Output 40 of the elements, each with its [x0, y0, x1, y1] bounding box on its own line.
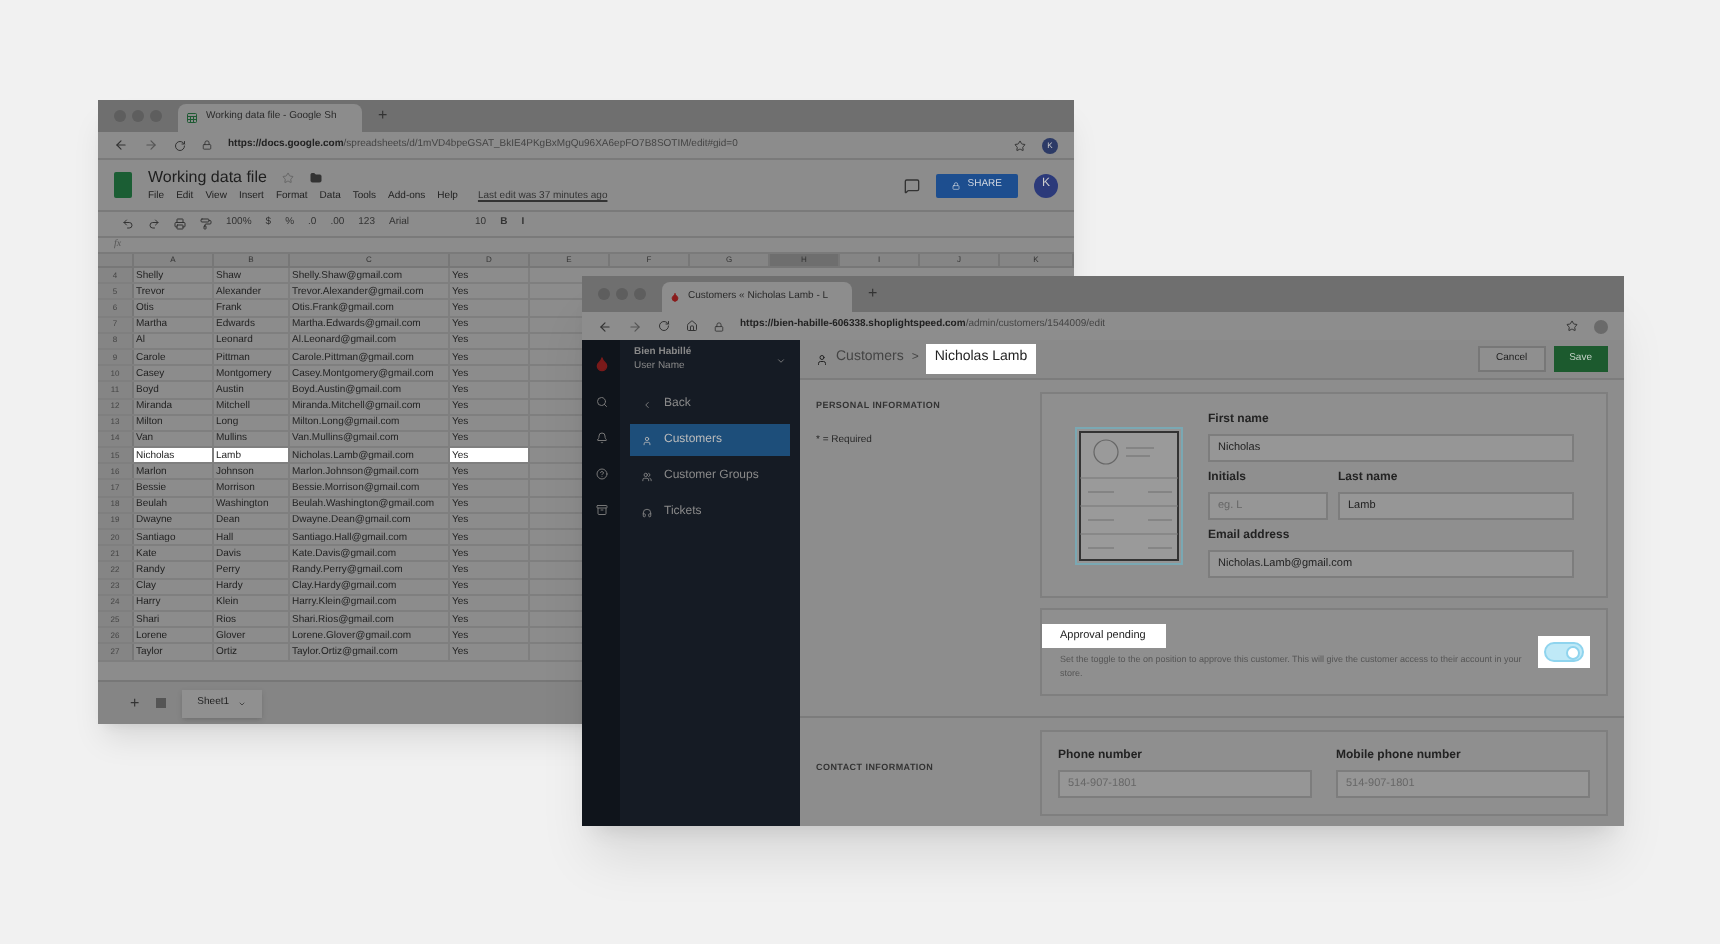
caret-icon: [776, 355, 786, 365]
archive-icon[interactable]: [595, 504, 607, 516]
folder-icon[interactable]: [310, 171, 323, 184]
person-icon: [642, 435, 652, 445]
new-tab-button[interactable]: +: [378, 104, 388, 128]
sheets-logo-icon: [114, 172, 132, 198]
home-icon[interactable]: [686, 320, 698, 332]
add-sheet-button[interactable]: +: [130, 691, 140, 715]
reload-icon[interactable]: [658, 320, 670, 332]
lock-icon: [951, 181, 960, 189]
paint-format-icon[interactable]: [200, 218, 212, 230]
sheets-icon: [186, 112, 198, 124]
star-icon[interactable]: [282, 171, 295, 184]
forward-icon[interactable]: [144, 138, 158, 152]
search-icon[interactable]: [595, 396, 607, 408]
star-icon[interactable]: [1014, 139, 1026, 151]
back-icon[interactable]: [114, 138, 128, 152]
reload-icon[interactable]: [174, 139, 186, 151]
customer-icon: [816, 353, 828, 365]
document-title[interactable]: Working data file: [148, 165, 267, 190]
sheet-list-icon[interactable]: [155, 698, 166, 708]
approval-toggle[interactable]: [1544, 642, 1584, 662]
new-tab-button[interactable]: +: [868, 282, 878, 306]
people-icon: [642, 471, 652, 481]
undo-icon[interactable]: [122, 218, 134, 230]
redo-icon[interactable]: [148, 218, 160, 230]
logo-icon[interactable]: [593, 356, 609, 372]
print-icon[interactable]: [174, 218, 186, 230]
forward-icon[interactable]: [628, 319, 642, 333]
comments-icon[interactable]: [903, 177, 920, 193]
headset-icon: [642, 507, 652, 517]
customer-card-drawing: [1074, 425, 1184, 565]
drop-icon: [670, 292, 680, 302]
back-icon[interactable]: [598, 319, 612, 333]
help-icon[interactable]: [595, 468, 607, 480]
lock-icon: [202, 140, 212, 150]
star-icon[interactable]: [1566, 320, 1578, 332]
lock-icon: [714, 321, 724, 331]
bell-icon[interactable]: [595, 432, 607, 444]
chevron-icon: [642, 399, 652, 409]
